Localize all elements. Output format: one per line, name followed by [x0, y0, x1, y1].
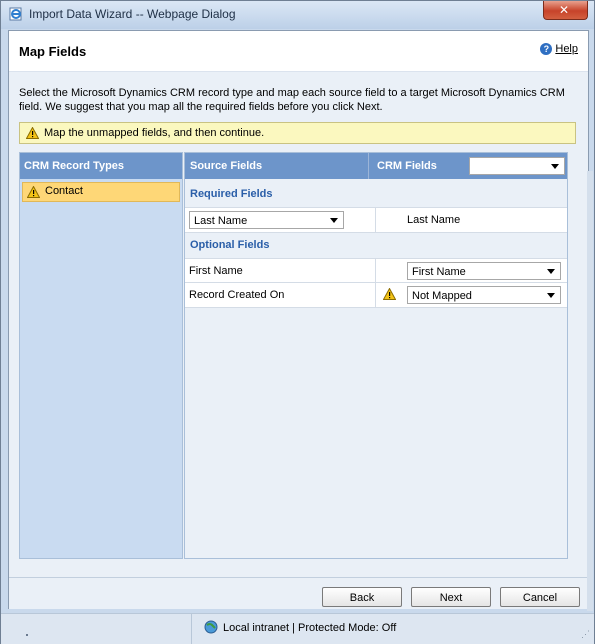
chevron-down-icon — [547, 293, 555, 298]
status-separator — [191, 614, 192, 644]
source-fields-header: Source Fields — [190, 160, 263, 172]
table-row: Record Created On Not Mapped — [185, 282, 567, 308]
warning-icon — [26, 127, 39, 139]
crm-field-select[interactable]: Not Mapped — [407, 286, 561, 304]
close-icon: ✕ — [559, 3, 570, 17]
warning-icon — [383, 288, 396, 300]
mapping-header: Source Fields CRM Fields Show All — [185, 153, 567, 179]
record-type-item-contact[interactable]: Contact — [22, 182, 180, 202]
source-field-select[interactable]: Last Name — [189, 211, 344, 229]
help-link[interactable]: ? Help — [540, 43, 578, 56]
chevron-down-icon — [330, 218, 338, 223]
resize-strip — [587, 171, 593, 611]
source-field-text: First Name — [189, 265, 243, 277]
warning-icon — [27, 186, 40, 198]
window-title: Import Data Wizard -- Webpage Dialog — [29, 7, 236, 21]
close-button[interactable]: ✕ — [543, 1, 588, 20]
notice-text: Map the unmapped fields, and then contin… — [44, 127, 265, 139]
status-bar: Local intranet | Protected Mode: Off ⋰ — [1, 613, 594, 644]
field-mapping-panel: Source Fields CRM Fields Show All Requir… — [184, 152, 568, 559]
next-button[interactable]: Next — [411, 587, 491, 607]
back-button[interactable]: Back — [322, 587, 402, 607]
help-label: Help — [555, 43, 578, 55]
status-dot — [26, 634, 28, 636]
chevron-down-icon — [551, 164, 559, 169]
crm-field-select[interactable]: First Name — [407, 262, 561, 280]
field-filter-select[interactable]: Show All — [469, 157, 565, 175]
column-separator — [375, 208, 376, 232]
wizard-body: Select the Microsoft Dynamics CRM record… — [9, 72, 588, 577]
field-filter-value: Show All — [474, 161, 521, 173]
table-row: First Name First Name — [185, 258, 567, 284]
instructions-text: Select the Microsoft Dynamics CRM record… — [19, 87, 565, 113]
dialog-window: Import Data Wizard -- Webpage Dialog ✕ M… — [0, 0, 595, 644]
page-title: Map Fields — [19, 44, 87, 59]
resize-grip-icon[interactable]: ⋰ — [581, 629, 590, 640]
source-field-value: Last Name — [194, 215, 248, 227]
crm-fields-header: CRM Fields — [377, 160, 437, 172]
cancel-button-label: Cancel — [522, 592, 558, 604]
header-separator — [368, 153, 369, 179]
column-separator — [375, 283, 376, 307]
ie-page-icon — [9, 7, 22, 21]
intranet-globe-icon — [204, 620, 218, 634]
source-field-text: Record Created On — [189, 289, 285, 301]
back-button-label: Back — [349, 592, 375, 604]
page-header: Map Fields ? Help — [9, 31, 588, 72]
required-fields-label: Required Fields — [190, 188, 273, 200]
record-types-panel: CRM Record Types Contact — [19, 152, 183, 559]
cancel-button[interactable]: Cancel — [500, 587, 580, 607]
notice-bar: Map the unmapped fields, and then contin… — [19, 122, 576, 144]
record-type-label: Contact — [45, 185, 83, 197]
table-row: Last Name Last Name — [185, 207, 567, 233]
security-zone-text: Local intranet | Protected Mode: Off — [223, 622, 397, 634]
title-bar: Import Data Wizard -- Webpage Dialog ✕ — [1, 1, 594, 29]
crm-field-value: First Name — [412, 266, 466, 278]
help-icon: ? — [540, 43, 553, 56]
chevron-down-icon — [547, 269, 555, 274]
crm-field-value: Not Mapped — [412, 290, 472, 302]
column-separator — [375, 259, 376, 283]
crm-field-text: Last Name — [407, 214, 461, 226]
record-types-header: CRM Record Types — [20, 153, 182, 179]
next-button-label: Next — [439, 592, 463, 604]
optional-fields-label: Optional Fields — [190, 239, 270, 251]
dialog-content: Map Fields ? Help Select the Microsoft Dy… — [8, 30, 589, 609]
button-bar: Back Next Cancel — [9, 577, 588, 609]
